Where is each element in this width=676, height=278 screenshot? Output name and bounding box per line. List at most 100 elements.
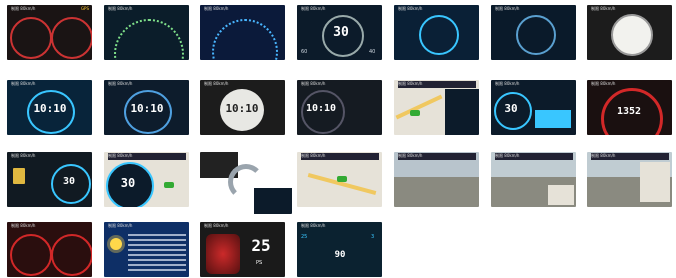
- analog-clock-tile[interactable]: 制限 80km/h: [394, 5, 479, 60]
- left-gauge: [10, 234, 52, 276]
- status-bar: 制限 80km/h: [301, 223, 379, 230]
- status-text: 制限 80km/h: [204, 223, 229, 228]
- analog-clock-tile[interactable]: 制限 80km/h: [491, 5, 576, 60]
- analog-clock-tile[interactable]: 制限 80km/h: [587, 5, 672, 60]
- status-text: 制限 80km/h: [591, 6, 616, 11]
- status-bar: 制限 80km/h: [591, 153, 669, 160]
- status-bar: 制限 80km/h: [108, 153, 186, 160]
- left-value: 25: [301, 234, 308, 240]
- clock-face: [419, 15, 459, 55]
- time-readout: 10:10: [130, 102, 164, 115]
- vehicle-marker-icon: [410, 110, 420, 116]
- camera-view-tile[interactable]: 制限 80km/h: [394, 152, 479, 207]
- status-bar: 制限 80km/h: [398, 153, 476, 160]
- status-text: 制限 80km/h: [11, 6, 36, 11]
- time-readout: 10:10: [33, 102, 67, 115]
- status-text: 制限 80km/h: [398, 6, 423, 11]
- camera-view-tile[interactable]: 制限 80km/h: [587, 152, 672, 207]
- meter-arc: [212, 19, 278, 60]
- digital-clock-tile[interactable]: 制限 80km/h 30 60 40: [297, 5, 382, 60]
- status-bar: 制限 80km/h: [108, 223, 186, 230]
- status-bar: 制限 80km/h: [398, 81, 476, 88]
- rotate-arrow-icon: [228, 164, 264, 200]
- speed-readout: 30: [62, 176, 76, 187]
- clock-face: [516, 15, 556, 55]
- map-inset: [640, 162, 670, 202]
- status-text: 制限 80km/h: [108, 153, 133, 158]
- status-text: 制限 80km/h: [301, 153, 326, 158]
- right-gauge: [51, 17, 92, 59]
- speed-readout: 30: [333, 25, 349, 40]
- gauge-screen-tile[interactable]: 制限 80km/h 25 3 90: [297, 222, 382, 277]
- status-bar: 制限 80km/h: [398, 6, 476, 13]
- status-bar: 制限 80km/h: [301, 6, 379, 13]
- status-text: 制限 80km/h: [108, 81, 133, 86]
- status-bar: 制限 80km/h: [204, 6, 282, 13]
- time-readout: 10:10: [225, 102, 259, 115]
- status-bar: 制限 80km/h: [11, 153, 89, 160]
- status-text: 制限 80km/h: [108, 6, 133, 11]
- vehicle-marker-icon: [337, 176, 347, 182]
- status-bar: 制限 80km/h: [301, 81, 379, 88]
- digital-clock-tile[interactable]: 制限 80km/h 10:10: [200, 80, 285, 135]
- text-panel: [128, 234, 186, 274]
- status-text: 制限 80km/h: [591, 81, 616, 86]
- screen-switch-illustration: [200, 152, 292, 214]
- status-text: 制限 80km/h: [301, 6, 326, 11]
- center-value: 90: [334, 250, 346, 260]
- tachometer-tile[interactable]: 制限 80km/h 1352: [587, 80, 672, 135]
- gps-badge: GPS: [80, 6, 89, 11]
- etc-card-icon: [13, 168, 25, 184]
- speed-readout: 30: [120, 176, 136, 190]
- meter-arc: [114, 19, 184, 60]
- meter-screen-tile[interactable]: 制限 80km/h: [104, 5, 189, 60]
- status-text: 制限 80km/h: [204, 6, 229, 11]
- weather-info-tile[interactable]: 制限 80km/h: [104, 222, 189, 277]
- clock-face: [611, 14, 653, 56]
- meter-screen-tile[interactable]: 制限 80km/h: [200, 5, 285, 60]
- status-bar: 制限 80km/h: [591, 6, 669, 13]
- digital-clock-tile[interactable]: 制限 80km/h 10:10: [104, 80, 189, 135]
- power-value: 25: [251, 236, 271, 255]
- engine-output-tile[interactable]: 制限 80km/h 25 PS: [200, 222, 285, 277]
- camera-view-tile[interactable]: 制限 80km/h: [491, 152, 576, 207]
- meter-screen-tile[interactable]: 制限 80km/h GPS: [7, 5, 92, 60]
- speed-graph-tile[interactable]: 制限 80km/h 30: [491, 80, 576, 135]
- status-bar: 制限 80km/h: [495, 6, 573, 13]
- status-bar: 制限 80km/h: [11, 223, 89, 230]
- sun-icon: [110, 238, 122, 250]
- status-bar: 制限 80km/h: [204, 223, 282, 230]
- meter-screen-tile[interactable]: 制限 80km/h: [7, 222, 92, 277]
- power-unit: PS: [256, 260, 263, 266]
- vehicle-marker-icon: [164, 182, 174, 188]
- map-screen-tile[interactable]: 制限 80km/h: [394, 80, 479, 135]
- status-text: 制限 80km/h: [495, 6, 520, 11]
- status-text: 制限 80km/h: [495, 81, 520, 86]
- right-gauge: [51, 234, 92, 276]
- rpm-readout: 1352: [616, 106, 642, 117]
- status-text: 制限 80km/h: [591, 153, 616, 158]
- map-screen-tile[interactable]: 制限 80km/h 30: [104, 152, 189, 207]
- status-bar: 制限 80km/h: [108, 6, 186, 13]
- status-text: 制限 80km/h: [301, 223, 326, 228]
- status-text: 制限 80km/h: [11, 81, 36, 86]
- status-bar: 制限 80km/h: [495, 81, 573, 88]
- bar-graph: [535, 98, 571, 128]
- status-text: 制限 80km/h: [398, 153, 423, 158]
- status-bar: 制限 80km/h: [204, 81, 282, 88]
- digital-clock-tile[interactable]: 制限 80km/h 10:10: [297, 80, 382, 135]
- status-bar: 制限 80km/h GPS: [11, 6, 89, 13]
- status-text: 制限 80km/h: [11, 153, 36, 158]
- status-bar: 制限 80km/h: [495, 153, 573, 160]
- info-panel: [445, 89, 479, 135]
- time-readout: 10:10: [305, 103, 337, 114]
- meter-screen-tile[interactable]: 制限 80km/h 30: [7, 152, 92, 207]
- right-value: 3: [371, 234, 375, 240]
- engine-icon: [206, 234, 240, 274]
- map-screen-tile[interactable]: 制限 80km/h: [297, 152, 382, 207]
- left-gauge: [10, 17, 52, 59]
- status-bar: 制限 80km/h: [301, 153, 379, 160]
- status-text: 制限 80km/h: [398, 81, 423, 86]
- status-bar: 制限 80km/h: [108, 81, 186, 88]
- digital-clock-tile[interactable]: 制限 80km/h 10:10: [7, 80, 92, 135]
